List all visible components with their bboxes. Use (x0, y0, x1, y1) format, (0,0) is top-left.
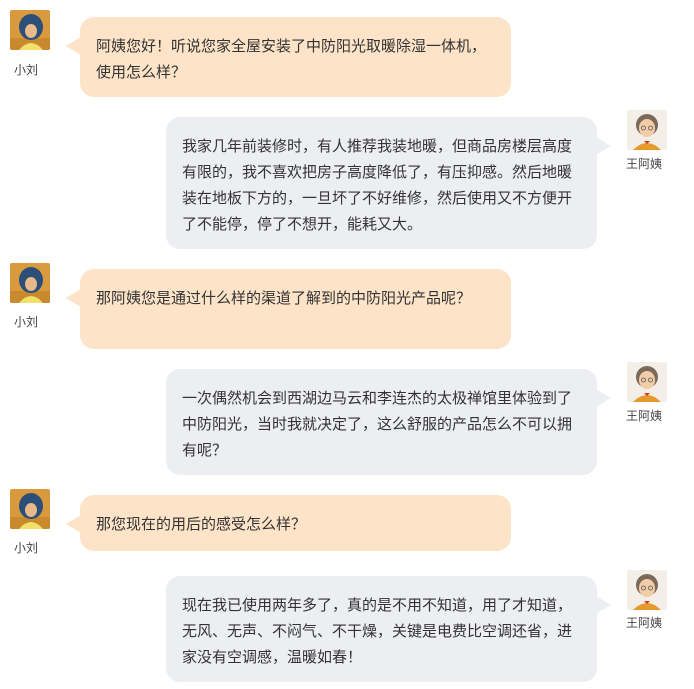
sender-name: 小刘 (14, 541, 39, 555)
sender-name: 小刘 (14, 315, 39, 329)
message-bubble: 我家几年前装修时，有人推荐我装地暖，但商品房楼层高度有限的，我不喜欢把房子高度降… (166, 117, 611, 249)
message-bubble: 那您现在的用后的感受怎么样？ (66, 495, 511, 551)
avatar-wangayi[interactable] (627, 570, 667, 610)
avatar-girl-blue-hair-icon (10, 489, 50, 529)
avatar-elderly-woman-icon (627, 110, 667, 150)
sender-name: 小刘 (14, 63, 39, 77)
avatar-girl-blue-hair-icon (10, 10, 50, 50)
message-bubble: 阿姨您好！听说您家全屋安装了中防阳光取暖除湿一体机，使用怎么样？ (66, 17, 511, 97)
sender-name: 王阿姨 (626, 157, 663, 171)
avatar-wangayi[interactable] (627, 110, 667, 150)
message-bubble: 一次偶然机会到西湖边马云和李连杰的太极禅馆里体验到了中防阳光，当时我就决定了，这… (166, 369, 611, 475)
avatar-girl-blue-hair-icon (10, 263, 50, 303)
message-bubble: 现在我已使用两年多了，真的是不用不知道，用了才知道，无风、无声、不闷气、不干燥，… (166, 576, 611, 682)
message-bubble: 那阿姨您是通过什么样的渠道了解到的中防阳光产品呢？ (66, 269, 511, 349)
avatar-elderly-woman-icon (627, 362, 667, 402)
avatar-xiaoliu[interactable] (10, 10, 50, 50)
sender-name: 王阿姨 (626, 616, 663, 630)
avatar-xiaoliu[interactable] (10, 489, 50, 529)
sender-name: 王阿姨 (626, 409, 663, 423)
avatar-elderly-woman-icon (627, 570, 667, 610)
avatar-xiaoliu[interactable] (10, 263, 50, 303)
avatar-wangayi[interactable] (627, 362, 667, 402)
